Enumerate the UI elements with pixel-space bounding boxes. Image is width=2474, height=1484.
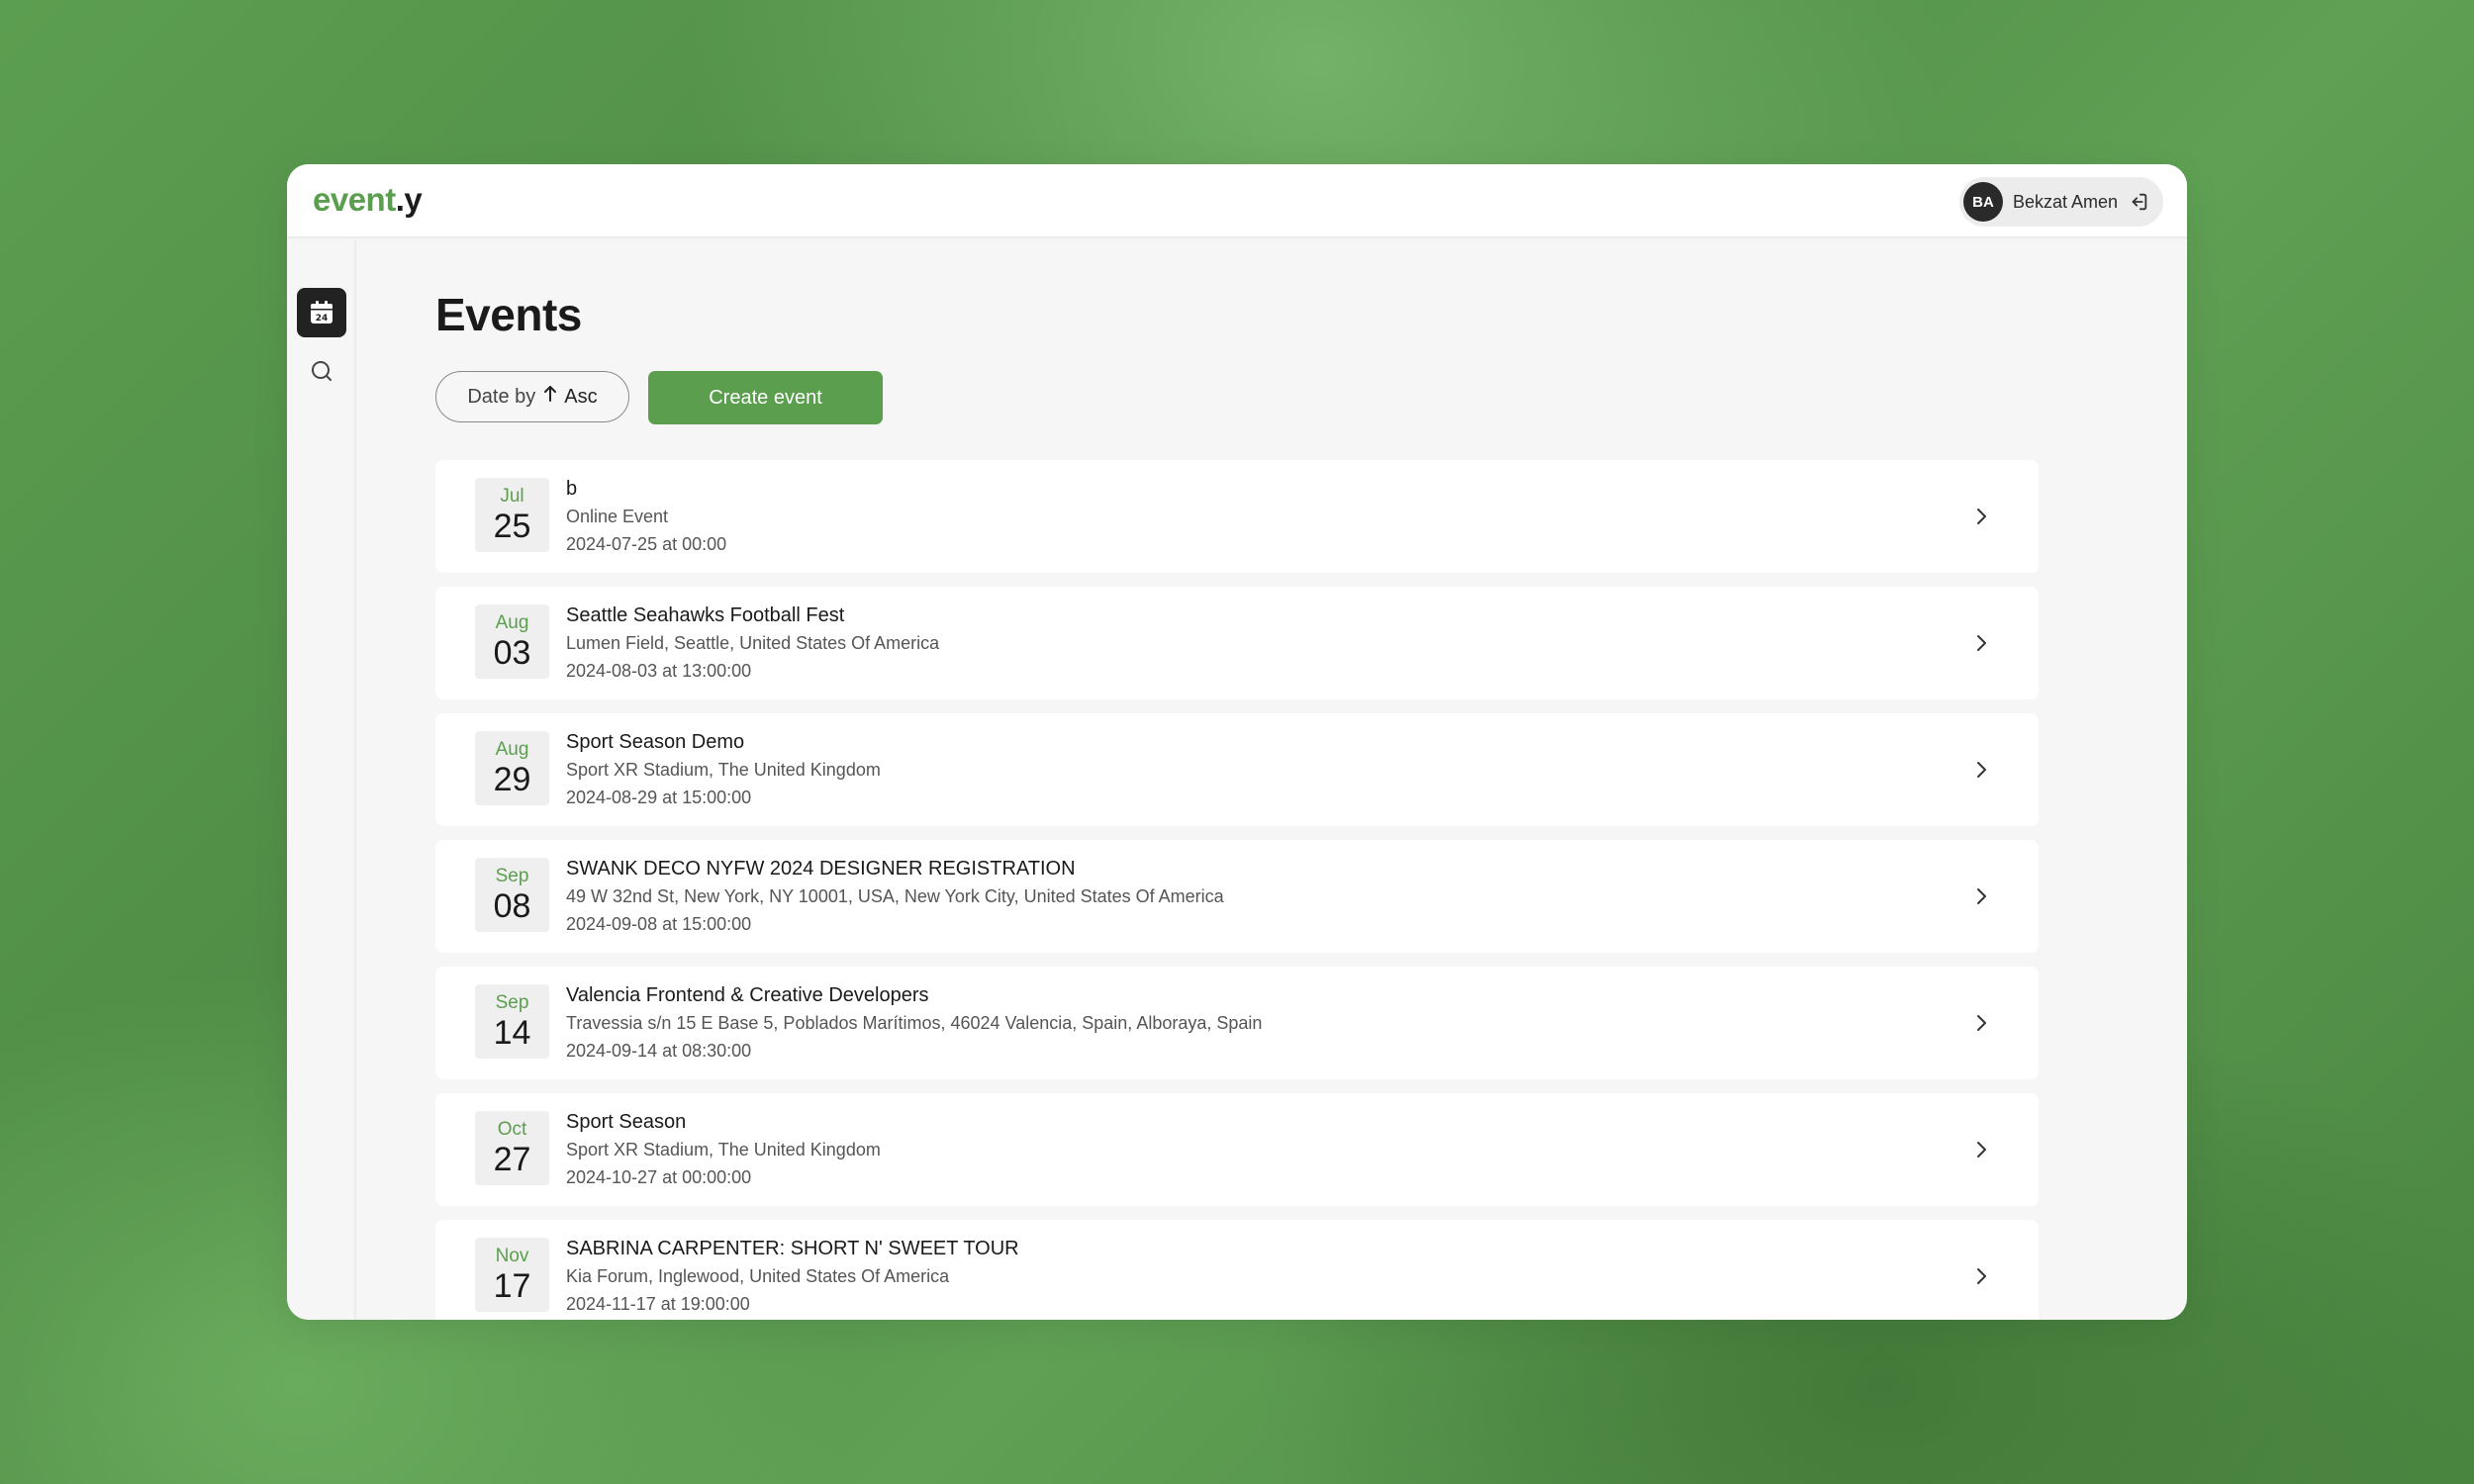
calendar-day-text: 24 [316, 314, 329, 324]
event-month: Aug [495, 739, 529, 760]
event-row[interactable]: Aug 03 Seattle Seahawks Football Fest Lu… [435, 587, 2039, 699]
event-month: Nov [495, 1246, 529, 1266]
date-badge: Sep 08 [475, 858, 549, 932]
event-location: Sport XR Stadium, The United Kingdom [566, 1140, 881, 1159]
event-location: Online Event [566, 507, 669, 526]
event-title: Valencia Frontend & Creative Developers [566, 984, 929, 1006]
event-row[interactable]: Nov 17 SABRINA CARPENTER: SHORT N' SWEET… [435, 1220, 2039, 1320]
chevron-right-icon [1971, 884, 1991, 908]
app-window: event.y BA Bekzat Amen 24 Events Date by… [287, 164, 2187, 1320]
user-name: Bekzat Amen [2013, 191, 2119, 212]
chevron-right-icon [1971, 758, 1991, 782]
chevron-right-icon [1971, 505, 1991, 528]
date-badge: Sep 14 [475, 984, 549, 1059]
event-title: SABRINA CARPENTER: SHORT N' SWEET TOUR [566, 1238, 1019, 1259]
chevron-right-icon [1971, 631, 1991, 655]
event-day: 14 [493, 1014, 531, 1052]
event-month: Sep [495, 866, 529, 886]
event-day: 17 [493, 1267, 531, 1305]
event-title: Seattle Seahawks Football Fest [566, 604, 845, 626]
event-location: Lumen Field, Seattle, United States Of A… [566, 633, 940, 653]
event-day: 27 [493, 1141, 531, 1178]
event-location: Travessia s/n 15 E Base 5, Poblados Marí… [566, 1013, 1263, 1033]
sort-button[interactable]: Date by Asc [435, 371, 629, 422]
avatar: BA [1963, 182, 2003, 222]
date-badge: Jul 25 [475, 478, 549, 552]
event-title: b [566, 478, 578, 500]
event-title: Sport Season [566, 1111, 687, 1133]
chevron-right-icon [1971, 1264, 1991, 1288]
event-datetime: 2024-11-17 at 19:00:00 [566, 1294, 750, 1314]
date-badge: Aug 29 [475, 731, 549, 805]
event-row[interactable]: Oct 27 Sport Season Sport XR Stadium, Th… [435, 1093, 2039, 1206]
event-month: Aug [495, 612, 529, 633]
event-title: Sport Season Demo [566, 731, 745, 753]
event-datetime: 2024-08-03 at 13:00:00 [566, 661, 752, 681]
logout-icon[interactable] [2128, 190, 2151, 214]
event-location: Kia Forum, Inglewood, United States Of A… [566, 1266, 950, 1286]
user-menu[interactable]: BA Bekzat Amen [1959, 177, 2163, 227]
event-day: 03 [493, 634, 531, 672]
sidebar: 24 [287, 240, 356, 1320]
date-badge: Oct 27 [475, 1111, 549, 1185]
event-month: Oct [497, 1119, 527, 1140]
arrow-up-icon [543, 385, 557, 409]
event-row[interactable]: Sep 14 Valencia Frontend & Creative Deve… [435, 967, 2039, 1079]
date-badge: Nov 17 [475, 1238, 549, 1312]
event-datetime: 2024-07-25 at 00:00 [566, 534, 727, 554]
top-bar: event.y BA Bekzat Amen [287, 164, 2187, 238]
event-datetime: 2024-09-08 at 15:00:00 [566, 914, 752, 934]
sort-direction: Asc [564, 385, 598, 408]
date-badge: Aug 03 [475, 604, 549, 679]
page-title: Events [435, 289, 582, 340]
event-row[interactable]: Aug 29 Sport Season Demo Sport XR Stadiu… [435, 713, 2039, 826]
event-row[interactable]: Jul 25 b Online Event 2024-07-25 at 00:0… [435, 460, 2039, 573]
event-location: 49 W 32nd St, New York, NY 10001, USA, N… [566, 886, 1224, 906]
event-day: 29 [493, 761, 531, 798]
event-month: Jul [500, 486, 524, 507]
event-month: Sep [495, 992, 529, 1013]
calendar-nav-icon[interactable]: 24 [297, 288, 346, 337]
event-list: Jul 25 b Online Event 2024-07-25 at 00:0… [435, 460, 2039, 1320]
chevron-right-icon [1971, 1138, 1991, 1161]
chevron-right-icon [1971, 1011, 1991, 1035]
event-datetime: 2024-08-29 at 15:00:00 [566, 788, 752, 807]
event-datetime: 2024-10-27 at 00:00:00 [566, 1167, 752, 1187]
event-datetime: 2024-09-14 at 08:30:00 [566, 1041, 752, 1061]
create-event-button[interactable]: Create event [648, 371, 883, 424]
event-day: 25 [493, 508, 531, 545]
sort-label: Date by [467, 385, 536, 408]
app-logo[interactable]: event.y [313, 180, 423, 220]
event-location: Sport XR Stadium, The United Kingdom [566, 760, 881, 780]
event-title: SWANK DECO NYFW 2024 DESIGNER REGISTRATI… [566, 858, 1076, 880]
search-icon[interactable] [307, 356, 336, 386]
event-day: 08 [493, 887, 531, 925]
event-row[interactable]: Sep 08 SWANK DECO NYFW 2024 DESIGNER REG… [435, 840, 2039, 953]
